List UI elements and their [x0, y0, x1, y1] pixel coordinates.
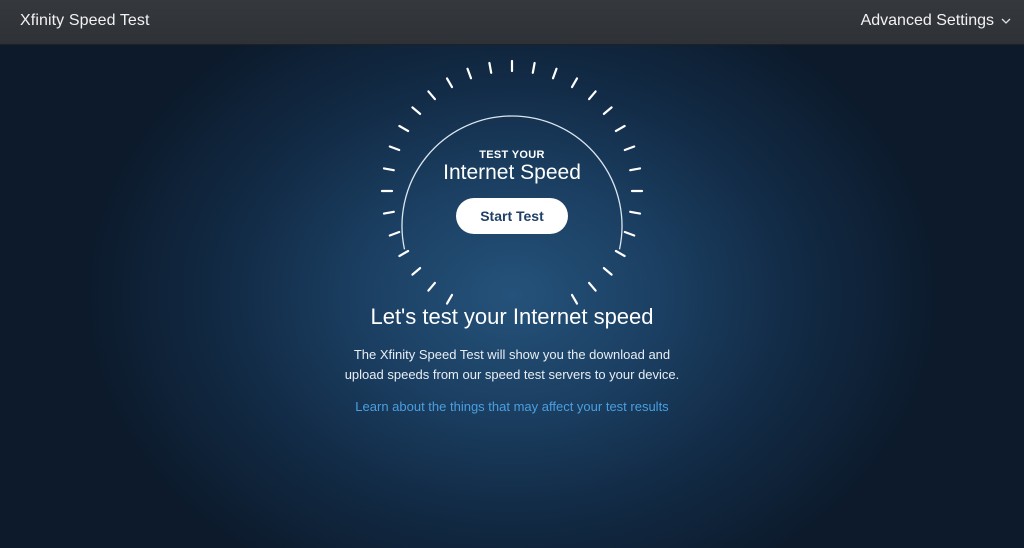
gauge-tick [398, 124, 410, 133]
gauge-tick [388, 230, 401, 237]
gauge-tick [411, 267, 422, 276]
gauge-tick [488, 61, 493, 74]
gauge-tick [570, 293, 579, 305]
gauge-tick [466, 67, 473, 80]
gauge-tick [602, 267, 613, 276]
description-line-1: The Xfinity Speed Test will show you the… [353, 347, 671, 362]
description: The Xfinity Speed Test will show you the… [312, 345, 712, 385]
gauge-tick [427, 281, 437, 292]
gauge-tick [623, 230, 636, 237]
chevron-down-icon [1001, 18, 1011, 24]
gauge-tick [445, 77, 454, 89]
learn-more-link[interactable]: Learn about the things that may affect y… [262, 399, 762, 414]
gauge-tick [629, 210, 642, 215]
gauge-tick [614, 249, 626, 258]
gauge-tick [614, 124, 626, 133]
description-line-2: upload speeds from our speed test server… [344, 367, 680, 382]
start-test-button[interactable]: Start Test [456, 198, 568, 234]
main-area: TEST YOUR Internet Speed Start Test Let'… [0, 45, 1024, 548]
gauge-tick [411, 106, 422, 116]
gauge-tick [588, 281, 597, 292]
gauge-tick [623, 145, 636, 152]
advanced-settings-label: Advanced Settings [860, 12, 994, 29]
advanced-settings-menu[interactable]: Advanced Settings [861, 12, 1012, 30]
speed-test-page: Xfinity Speed Test Advanced Settings TES… [0, 0, 1024, 548]
gauge-tick [445, 293, 454, 305]
gauge-tick [588, 90, 597, 101]
gauge-tick [382, 210, 395, 215]
top-bar: Xfinity Speed Test Advanced Settings [0, 0, 1024, 45]
page-headline: Let's test your Internet speed [370, 304, 654, 329]
gauge-tick [531, 61, 536, 74]
speed-gauge [380, 59, 644, 305]
gauge-tick [602, 106, 613, 116]
gauge-subtitle: TEST YOUR [479, 149, 545, 161]
gauge-tick [427, 90, 437, 101]
gauge-tick [570, 77, 579, 89]
app-title: Xfinity Speed Test [20, 12, 150, 29]
gauge-title: Internet Speed [443, 161, 581, 184]
gauge-tick [398, 249, 410, 258]
gauge-tick [388, 145, 401, 152]
gauge-tick [551, 67, 558, 80]
